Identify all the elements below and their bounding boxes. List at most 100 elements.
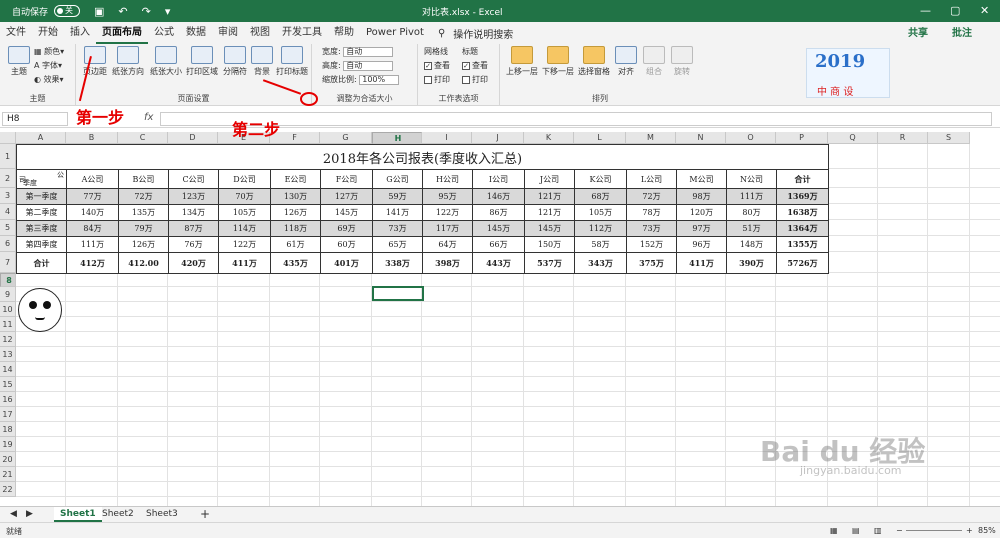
data-cell[interactable]: 123万 <box>168 188 219 205</box>
total-cell[interactable]: 411万 <box>218 252 271 274</box>
save-icon[interactable]: ▣ <box>94 5 104 18</box>
total-cell[interactable]: 443万 <box>472 252 525 274</box>
data-cell[interactable]: 98万 <box>676 188 727 205</box>
column-header-q[interactable]: Q <box>828 132 878 144</box>
column-header-o[interactable]: O <box>726 132 776 144</box>
sheet-nav-next-icon[interactable]: ▶ <box>20 507 39 522</box>
data-cell[interactable]: 64万 <box>422 236 473 253</box>
close-button[interactable]: ✕ <box>980 4 989 17</box>
data-cell[interactable]: 111万 <box>66 236 119 253</box>
tab-file[interactable]: 文件 <box>0 22 32 44</box>
data-cell[interactable]: 122万 <box>422 204 473 221</box>
row-header-13[interactable]: 13 <box>0 347 16 362</box>
data-cell[interactable]: 73万 <box>372 220 423 237</box>
data-cell[interactable]: 77万 <box>66 188 119 205</box>
scale-control[interactable]: 缩放比例: 100% <box>322 74 400 85</box>
tell-me-input[interactable]: 操作说明搜索 <box>453 26 513 41</box>
margins-button[interactable]: 页边距 <box>80 46 110 77</box>
data-cell[interactable]: 87万 <box>168 220 219 237</box>
tab-insert[interactable]: 插入 <box>64 22 96 44</box>
zoom-slider[interactable] <box>906 530 962 531</box>
page-break-view-icon[interactable]: ▥ <box>874 526 882 535</box>
sheet-tab-sheet3[interactable]: Sheet3 <box>140 507 184 522</box>
print-area-button[interactable]: 打印区域 <box>184 46 220 77</box>
tab-page-layout[interactable]: 页面布局 <box>96 22 148 44</box>
data-cell[interactable]: 1355万 <box>776 236 829 253</box>
name-box[interactable]: H8 <box>2 112 68 126</box>
total-cell[interactable]: 375万 <box>626 252 677 274</box>
data-cell[interactable]: 105万 <box>574 204 627 221</box>
data-cell[interactable]: 126万 <box>118 236 169 253</box>
add-sheet-button[interactable]: + <box>194 507 216 522</box>
data-cell[interactable]: 126万 <box>270 204 321 221</box>
column-header-a[interactable]: A <box>16 132 66 144</box>
row-header-19[interactable]: 19 <box>0 437 16 452</box>
tab-data[interactable]: 数据 <box>180 22 212 44</box>
data-cell[interactable]: 148万 <box>726 236 777 253</box>
zoom-out-icon[interactable]: − <box>896 526 903 535</box>
data-cell[interactable]: 1638万 <box>776 204 829 221</box>
row-header-7[interactable]: 7 <box>0 252 16 273</box>
column-header-m[interactable]: M <box>626 132 676 144</box>
effects-button[interactable]: ◐ 效果▾ <box>34 74 64 85</box>
width-control[interactable]: 宽度: 自动 <box>322 46 394 57</box>
data-cell[interactable]: 68万 <box>574 188 627 205</box>
data-cell[interactable]: 72万 <box>118 188 169 205</box>
data-cell[interactable]: 69万 <box>320 220 373 237</box>
total-cell[interactable]: 435万 <box>270 252 321 274</box>
data-cell[interactable]: 127万 <box>320 188 373 205</box>
comments-button[interactable]: 批注 <box>952 24 972 39</box>
data-cell[interactable]: 76万 <box>168 236 219 253</box>
data-cell[interactable]: 120万 <box>676 204 727 221</box>
tab-developer[interactable]: 开发工具 <box>276 22 328 44</box>
send-backward-button[interactable]: 下移一层 <box>540 46 576 77</box>
page-layout-view-icon[interactable]: ▤ <box>852 526 860 535</box>
data-cell[interactable]: 73万 <box>626 220 677 237</box>
data-cell[interactable]: 141万 <box>372 204 423 221</box>
selection-pane-button[interactable]: 选择窗格 <box>576 46 612 77</box>
row-header-15[interactable]: 15 <box>0 377 16 392</box>
row-header-21[interactable]: 21 <box>0 467 16 482</box>
row-header-3[interactable]: 3 <box>0 188 16 204</box>
row-header-8[interactable]: 8 <box>0 273 16 287</box>
row-header-1[interactable]: 1 <box>0 144 16 169</box>
undo-icon[interactable]: ↶ <box>118 5 127 18</box>
total-cell[interactable]: 412万 <box>66 252 119 274</box>
data-cell[interactable]: 1364万 <box>776 220 829 237</box>
data-cell[interactable]: 112万 <box>574 220 627 237</box>
column-header-k[interactable]: K <box>524 132 574 144</box>
tab-view[interactable]: 视图 <box>244 22 276 44</box>
data-cell[interactable]: 97万 <box>676 220 727 237</box>
bring-forward-button[interactable]: 上移一层 <box>504 46 540 77</box>
data-cell[interactable]: 130万 <box>270 188 321 205</box>
data-cell[interactable]: 86万 <box>472 204 525 221</box>
data-cell[interactable]: 140万 <box>66 204 119 221</box>
row-header-2[interactable]: 2 <box>0 169 16 188</box>
normal-view-icon[interactable]: ▦ <box>830 526 838 535</box>
row-header-9[interactable]: 9 <box>0 287 16 302</box>
data-cell[interactable]: 70万 <box>218 188 271 205</box>
autosave-toggle[interactable]: 关 <box>54 5 81 17</box>
data-cell[interactable]: 122万 <box>218 236 271 253</box>
print-titles-button[interactable]: 打印标题 <box>274 46 310 77</box>
column-header-g[interactable]: G <box>320 132 372 144</box>
row-header-18[interactable]: 18 <box>0 422 16 437</box>
column-header-s[interactable]: S <box>928 132 970 144</box>
row-header-5[interactable]: 5 <box>0 220 16 236</box>
data-cell[interactable]: 72万 <box>626 188 677 205</box>
data-cell[interactable]: 145万 <box>320 204 373 221</box>
headings-print-checkbox[interactable]: 打印 <box>462 74 488 85</box>
column-header-d[interactable]: D <box>168 132 218 144</box>
total-cell[interactable]: 398万 <box>422 252 473 274</box>
gridlines-print-checkbox[interactable]: 打印 <box>424 74 450 85</box>
height-control[interactable]: 高度: 自动 <box>322 60 394 71</box>
column-header-h[interactable]: H <box>372 132 422 144</box>
data-cell[interactable]: 51万 <box>726 220 777 237</box>
headings-view-checkbox[interactable]: ✓ 查看 <box>462 60 488 71</box>
data-cell[interactable]: 59万 <box>372 188 423 205</box>
total-cell[interactable]: 411万 <box>676 252 727 274</box>
total-cell[interactable]: 343万 <box>574 252 627 274</box>
breaks-button[interactable]: 分隔符 <box>220 46 250 77</box>
total-cell[interactable]: 390万 <box>726 252 777 274</box>
data-cell[interactable]: 146万 <box>472 188 525 205</box>
